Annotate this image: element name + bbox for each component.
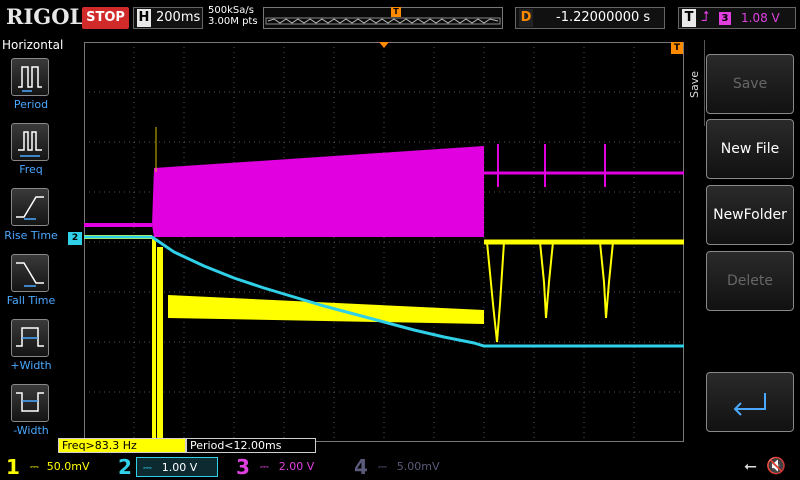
memory-overview-waveform (267, 18, 499, 24)
negative-width-icon (16, 392, 44, 412)
trigger-position-marker (379, 42, 389, 48)
period-icon (18, 66, 42, 92)
trigger-level: 1.08 V (741, 11, 780, 25)
run-stop-indicator[interactable]: STOP (82, 7, 129, 29)
channel-bar: 1 ⎓ 50.0mV 2 ⎓ 1.00 V 3 ⎓ 2.00 V 4 ⎓ 5.00mV … (0, 454, 800, 480)
frequency-label: Freq (19, 163, 43, 176)
delete-button[interactable]: Delete (706, 251, 794, 311)
fall-time-button[interactable] (11, 254, 49, 292)
trigger-label: T (682, 9, 696, 27)
fall-time-label: Fall Time (6, 294, 56, 307)
acquisition-info: 500kSa/s 3.00M pts (208, 5, 258, 27)
menu-title: Horizontal (2, 38, 64, 52)
ch2-number[interactable]: 2 (118, 454, 132, 480)
period-measurement[interactable]: Period<12.00ms (186, 438, 316, 453)
rise-time-icon (16, 196, 44, 220)
period-button[interactable] (11, 58, 49, 96)
delay-label: D (519, 9, 533, 27)
top-status-bar: RIGOL STOP H 200ms 500kSa/s 3.00M pts T … (0, 0, 800, 36)
memory-trigger-marker: T (391, 7, 401, 17)
mute-icon[interactable]: 🔇 (766, 456, 786, 475)
positive-width-button[interactable] (11, 319, 49, 357)
fall-time-icon (16, 262, 44, 287)
ch4-scale: 5.00mV (396, 460, 440, 473)
ch3-scale: 2.00 V (278, 460, 315, 473)
save-tab-label: Save (688, 70, 701, 98)
ch2-scale-box[interactable]: ⎓ 1.00 V (136, 457, 218, 477)
dc-coupling-icon: ⎓ (260, 460, 269, 473)
sample-rate: 500kSa/s (208, 5, 254, 16)
return-button[interactable] (706, 372, 794, 432)
positive-width-icon (16, 327, 44, 347)
ch1-scale-box[interactable]: ⎓ 50.0mV (24, 457, 106, 477)
dc-coupling-icon: ⎓ (143, 461, 152, 474)
new-folder-button[interactable]: NewFolder (706, 185, 794, 245)
trigger-source: 3 (719, 12, 731, 25)
memory-overview-strip[interactable]: T (263, 7, 503, 29)
dc-coupling-icon: ⎓ (378, 460, 387, 473)
ch4-number[interactable]: 4 (354, 454, 368, 480)
ch4-scale-box[interactable]: ⎓ 5.00mV (372, 457, 454, 477)
dc-coupling-icon: ⎓ (30, 460, 39, 473)
horizontal-menu: Horizontal Period Freq Rise Time Fall Ti… (0, 36, 64, 438)
frequency-measurement[interactable]: Freq>83.3 Hz (58, 438, 186, 453)
negative-width-button[interactable] (11, 384, 49, 422)
frequency-button[interactable] (11, 123, 49, 161)
return-icon (733, 393, 766, 416)
period-label: Period (13, 98, 49, 111)
ch2-scale: 1.00 V (161, 461, 198, 474)
save-button[interactable]: Save (706, 54, 794, 114)
trigger-offset-marker: T (671, 42, 683, 54)
memory-depth: 3.00M pts (208, 16, 258, 27)
timebase-label: H (137, 9, 151, 27)
trigger-box[interactable]: T ⮥ 3 1.08 V (678, 7, 796, 29)
ch3-scale-box[interactable]: ⎓ 2.00 V (254, 457, 336, 477)
rise-time-button[interactable] (11, 188, 49, 226)
ch3-number[interactable]: 3 (236, 454, 250, 480)
delay-box[interactable]: D -1.22000000 s (515, 7, 665, 29)
positive-width-label: +Width (10, 359, 52, 372)
timebase-value: 200ms (156, 10, 201, 25)
rising-edge-icon: ⮥ (701, 9, 710, 25)
negative-width-label: -Width (13, 424, 49, 437)
waveform-display[interactable] (84, 42, 684, 442)
ch1-number[interactable]: 1 (6, 454, 20, 480)
frequency-icon (18, 131, 42, 157)
save-menu: Save Save New File NewFolder Delete (686, 36, 800, 438)
brand-logo: RIGOL (6, 4, 85, 29)
new-file-button[interactable]: New File (706, 119, 794, 179)
delay-value: -1.22000000 s (556, 10, 651, 25)
timebase-box[interactable]: H 200ms (133, 7, 203, 29)
save-menu-tab: Save (686, 40, 705, 126)
ch3-waveform (84, 127, 684, 237)
usb-icon: ⭠ (744, 456, 757, 475)
ch2-ground-marker[interactable]: 2 (68, 232, 82, 245)
rise-time-label: Rise Time (4, 229, 58, 242)
ch1-scale: 50.0mV (46, 460, 90, 473)
